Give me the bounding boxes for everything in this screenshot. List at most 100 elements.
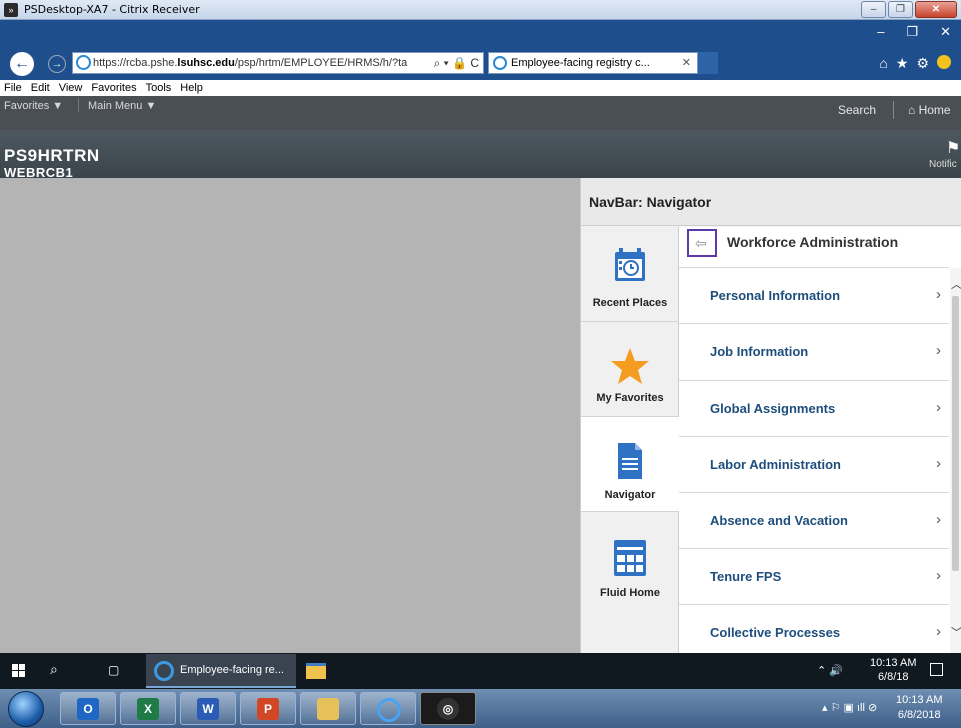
side-item-navigator[interactable]: Navigator: [581, 417, 680, 512]
browser-back-button[interactable]: ←: [10, 52, 34, 76]
scroll-up-icon[interactable]: ︿: [951, 276, 961, 292]
clock-time: 10:13 AM: [870, 657, 917, 669]
taskbar-citrix[interactable]: ◎: [420, 692, 476, 725]
notifications-label[interactable]: Notific: [929, 159, 957, 170]
navbar-side-column: Recent Places My Favorites Navigator Flu…: [581, 227, 680, 653]
taskbar-word[interactable]: W: [180, 692, 236, 725]
nav-item-label: Absence and Vacation: [710, 513, 848, 528]
star-icon: [611, 348, 649, 384]
citrix-titlebar: » PSDesktop-XA7 - Citrix Receiver – ❐ ✕: [0, 0, 961, 20]
nav-item-job-information[interactable]: Job Information ›: [679, 323, 949, 379]
navigator-back-button[interactable]: ⇦: [687, 229, 717, 257]
dashboard-icon: [614, 540, 646, 576]
close-button[interactable]: ✕: [915, 1, 957, 18]
navbar-title: NavBar: Navigator: [581, 178, 961, 226]
side-item-label: Recent Places: [592, 297, 668, 309]
side-item-recent-places[interactable]: Recent Places: [581, 227, 679, 322]
nav-item-global-assignments[interactable]: Global Assignments ›: [679, 380, 949, 436]
local-taskbar: O X W P ◎ ▴ ⚐ ▣ ıll ⊘ 10:13 AM 6/8/2018: [0, 689, 961, 728]
local-clock[interactable]: 10:13 AM 6/8/2018: [896, 693, 942, 723]
nav-item-tenure-fps[interactable]: Tenure FPS ›: [679, 548, 949, 604]
ie-minimize-button[interactable]: –: [877, 24, 884, 40]
menu-view[interactable]: View: [59, 80, 83, 96]
nav-item-label: Collective Processes: [710, 625, 841, 640]
menu-file[interactable]: File: [4, 80, 22, 96]
navigator-scrollbar[interactable]: ︿ ﹀: [950, 268, 961, 653]
ie-icon: [76, 55, 91, 70]
local-tray-icons[interactable]: ▴ ⚐ ▣ ıll ⊘: [822, 701, 877, 714]
address-bar[interactable]: https://rcba.pshe.lsuhsc.edu/psp/hrtm/EM…: [72, 52, 484, 74]
nav-item-label: Personal Information: [710, 288, 841, 303]
nav-item-label: Tenure FPS: [710, 569, 782, 584]
nav-item-absence-and-vacation[interactable]: Absence and Vacation ›: [679, 492, 949, 548]
taskbar-file-explorer[interactable]: [300, 692, 356, 725]
nav-item-personal-information[interactable]: Personal Information ›: [679, 267, 949, 323]
ps-header: Favorites ▼ Main Menu ▼ Search ⌂ Home: [0, 96, 961, 130]
search-icon[interactable]: ⌕: [50, 661, 58, 678]
browser-tab[interactable]: Employee-facing registry c... ✕: [488, 52, 698, 74]
new-tab-button[interactable]: [698, 52, 718, 74]
calendar-clock-icon: [615, 248, 645, 281]
address-tools[interactable]: ⌕ ▾ 🔒 C: [434, 53, 479, 73]
chevron-right-icon: ›: [936, 623, 941, 640]
ie-restore-button[interactable]: ❐: [906, 24, 918, 40]
nav-item-labor-administration[interactable]: Labor Administration ›: [679, 436, 949, 492]
favorites-menu[interactable]: Favorites ▼: [4, 100, 63, 112]
ie-close-button[interactable]: ✕: [940, 24, 951, 40]
favorites-star-icon[interactable]: ★: [896, 55, 909, 72]
citrix-icon: »: [4, 3, 18, 17]
remote-taskbar: ⌕ ▢ Employee-facing re... ⌃ 🔊 10:13 AM 6…: [0, 653, 961, 689]
menu-favorites[interactable]: Favorites: [91, 80, 136, 96]
nav-item-collective-processes[interactable]: Collective Processes ›: [679, 604, 949, 653]
system-clock[interactable]: 10:13 AM 6/8/18: [870, 656, 916, 684]
taskbar-powerpoint[interactable]: P: [240, 692, 296, 725]
tab-close-icon[interactable]: ✕: [682, 53, 691, 73]
action-center-icon[interactable]: [930, 663, 943, 676]
menu-tools[interactable]: Tools: [146, 80, 172, 96]
menu-edit[interactable]: Edit: [31, 80, 50, 96]
scroll-thumb[interactable]: [952, 296, 959, 571]
powerpoint-icon: P: [257, 698, 279, 720]
main-menu[interactable]: Main Menu ▼: [88, 100, 156, 112]
chevron-right-icon: ›: [936, 455, 941, 472]
taskbar-outlook[interactable]: O: [60, 692, 116, 725]
side-item-fluid-home[interactable]: Fluid Home: [581, 512, 679, 607]
taskbar-ie-window[interactable]: Employee-facing re...: [146, 654, 296, 688]
nav-item-label: Labor Administration: [710, 457, 841, 472]
minimize-button[interactable]: –: [861, 1, 886, 18]
ps-home-link[interactable]: ⌂ Home: [908, 103, 951, 117]
taskbar-internet-explorer[interactable]: [360, 692, 416, 725]
navigator-section-title: Workforce Administration: [727, 234, 899, 250]
clock-time: 10:13 AM: [896, 694, 943, 706]
settings-gear-icon[interactable]: ⚙: [916, 55, 929, 72]
tab-title: Employee-facing registry c...: [511, 57, 650, 69]
ps-search-link[interactable]: Search: [838, 103, 876, 117]
notification-flag-icon[interactable]: ⚑: [946, 138, 960, 158]
nav-item-label: Job Information: [710, 344, 809, 359]
header-divider: [78, 98, 79, 112]
side-item-label: Navigator: [604, 489, 656, 501]
nav-item-label: Global Assignments: [710, 401, 836, 416]
taskbar-excel[interactable]: X: [120, 692, 176, 725]
browser-forward-button[interactable]: →: [48, 55, 66, 73]
file-explorer-icon[interactable]: [306, 663, 326, 679]
maximize-button[interactable]: ❐: [888, 1, 913, 18]
chevron-right-icon: ›: [936, 286, 941, 303]
back-arrow-icon: ⇦: [695, 235, 707, 251]
url-rest: /psp/hrtm/EMPLOYEE/HRMS/h/?ta: [234, 57, 408, 69]
side-item-my-favorites[interactable]: My Favorites: [581, 322, 679, 417]
home-icon[interactable]: ⌂: [879, 55, 887, 72]
task-view-icon[interactable]: ▢: [108, 663, 119, 677]
ie-titlebar: – ❐ ✕: [0, 20, 961, 46]
page-overlay: [0, 178, 580, 653]
clock-date: 6/8/2018: [897, 709, 941, 721]
word-icon: W: [197, 698, 219, 720]
ie-icon: [493, 56, 507, 70]
feedback-smiley-icon[interactable]: [937, 55, 951, 69]
scroll-down-icon[interactable]: ﹀: [951, 624, 961, 640]
tray-icons[interactable]: ⌃ 🔊: [817, 664, 843, 677]
windows-orb-icon[interactable]: [8, 691, 44, 727]
url-prefix: https://rcba.pshe.: [93, 57, 178, 69]
menu-help[interactable]: Help: [180, 80, 203, 96]
windows-start-icon[interactable]: [12, 664, 26, 678]
